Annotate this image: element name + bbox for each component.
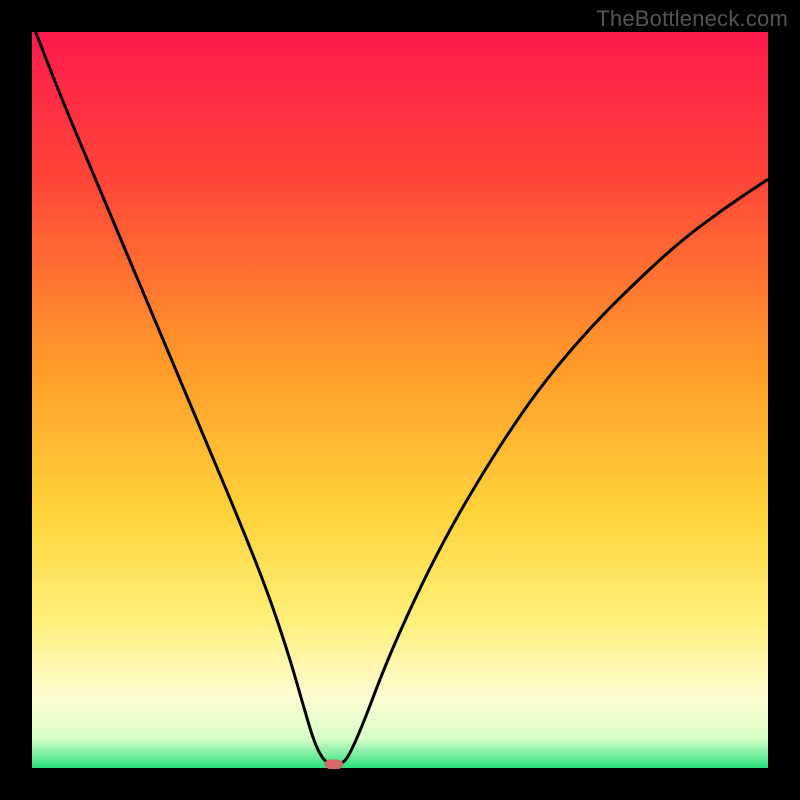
chart-container: TheBottleneck.com: [0, 0, 800, 800]
bottleneck-curve-chart: [0, 0, 800, 800]
optimal-point-marker: [325, 760, 343, 770]
plot-background: [32, 32, 768, 768]
watermark-text: TheBottleneck.com: [596, 6, 788, 32]
